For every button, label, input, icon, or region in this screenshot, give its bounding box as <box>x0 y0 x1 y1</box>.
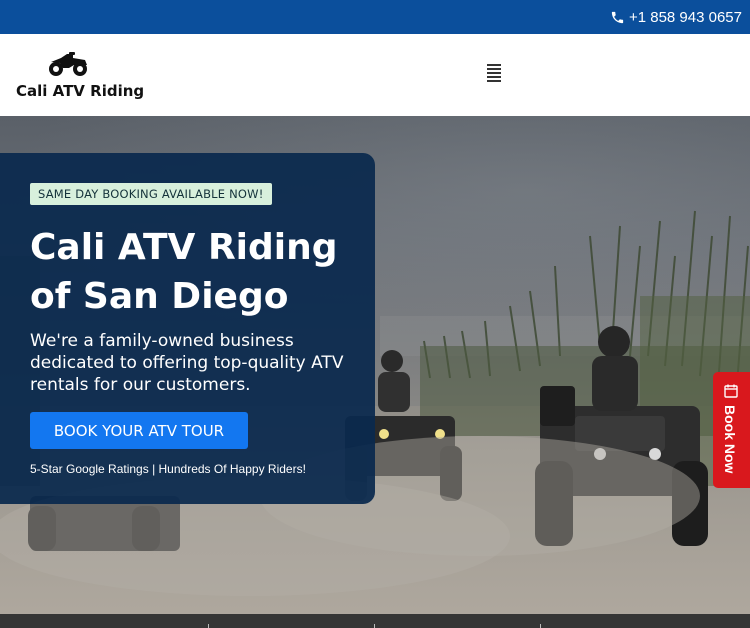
site-logo[interactable]: Cali ATV Riding <box>16 50 144 102</box>
hamburger-menu-icon[interactable] <box>487 64 507 84</box>
phone-number: +1 858 943 0657 <box>628 8 742 26</box>
calendar-icon <box>724 384 738 398</box>
bottom-bar <box>0 614 750 628</box>
book-now-tab[interactable]: Book Now <box>713 372 750 488</box>
ratings-text: 5-Star Google Ratings | Hundreds Of Happ… <box>30 462 306 476</box>
brand-name: Cali ATV Riding <box>16 82 145 100</box>
atv-icon <box>49 52 87 76</box>
same-day-booking-badge: SAME DAY BOOKING AVAILABLE NOW! <box>30 183 272 205</box>
headline-line-2: of San Diego <box>30 276 289 317</box>
hero-headline: Cali ATV Riding of San Diego <box>30 223 360 321</box>
hero-card: SAME DAY BOOKING AVAILABLE NOW! Cali ATV… <box>0 153 375 504</box>
book-now-label: Book Now <box>722 405 738 474</box>
phone-icon <box>611 11 624 23</box>
book-atv-tour-button[interactable]: BOOK YOUR ATV TOUR <box>30 412 248 449</box>
top-contact-bar: +1 858 943 0657 <box>0 0 750 34</box>
main-header: Cali ATV Riding <box>0 34 750 116</box>
hero-description: We're a family-owned business dedicated … <box>30 331 344 395</box>
phone-link[interactable]: +1 858 943 0657 <box>610 9 742 26</box>
headline-line-1: Cali ATV Riding <box>30 227 338 268</box>
hero-section: SAME DAY BOOKING AVAILABLE NOW! Cali ATV… <box>0 116 750 614</box>
